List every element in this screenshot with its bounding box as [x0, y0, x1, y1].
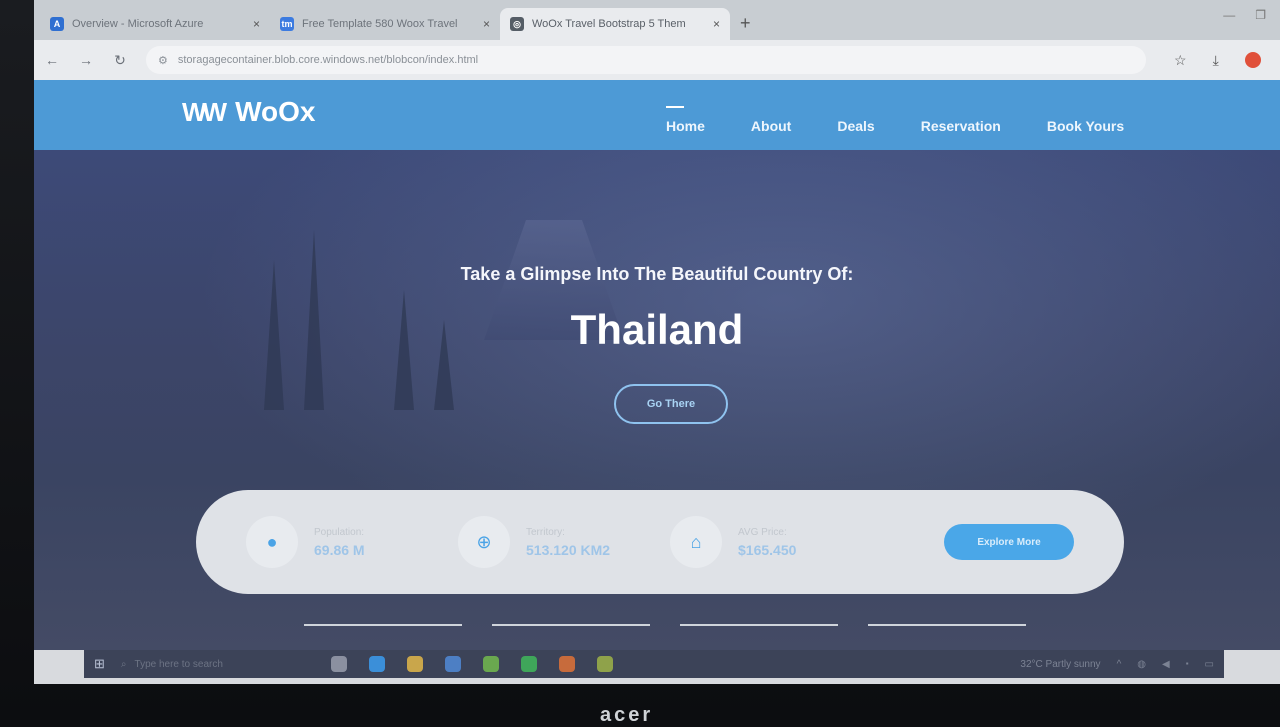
- close-icon[interactable]: ×: [483, 17, 490, 31]
- minimize-icon[interactable]: —: [1223, 8, 1235, 22]
- go-there-button[interactable]: Go There: [614, 384, 728, 424]
- system-tray: 32°C Partly sunny ^ ◍ ◀ ▪ ▭: [1020, 659, 1214, 670]
- hero-title: Thailand: [570, 306, 744, 353]
- country-info-card: ● Population: 69.86 M ⊕ Territory: 513.1…: [196, 490, 1124, 594]
- nav-about[interactable]: About: [751, 118, 791, 134]
- site-info-icon[interactable]: ⚙: [158, 54, 168, 67]
- info-value: 513.120 KM2: [526, 541, 611, 558]
- info-territory: ⊕ Territory: 513.120 KM2: [458, 516, 670, 568]
- taskbar-clock[interactable]: ▪: [1186, 659, 1189, 669]
- woox-logo-icon: WW: [182, 96, 227, 127]
- taskbar-apps: [330, 656, 613, 672]
- info-avg-price: ⌂ AVG Price: $165.450: [670, 516, 882, 568]
- home-icon: ⌂: [670, 516, 722, 568]
- info-population: ● Population: 69.86 M: [246, 516, 458, 568]
- site-logo[interactable]: WW WoOx: [182, 96, 315, 128]
- nav-deals[interactable]: Deals: [837, 118, 874, 134]
- windows-start-icon[interactable]: ⊞: [94, 656, 105, 672]
- user-icon: ●: [246, 516, 298, 568]
- tm-icon: tm: [280, 17, 294, 31]
- reload-icon[interactable]: ↻: [112, 52, 128, 69]
- app-icon[interactable]: [596, 656, 613, 672]
- screen: A Overview - Microsoft Azure × tm Free T…: [34, 0, 1280, 684]
- info-label: Territory:: [526, 526, 565, 538]
- volume-icon[interactable]: ◀: [1162, 659, 1170, 670]
- network-icon[interactable]: ◍: [1137, 659, 1146, 670]
- tray-arrow-icon[interactable]: ^: [1117, 659, 1122, 670]
- tab-template[interactable]: tm Free Template 580 Woox Travel ×: [270, 8, 500, 40]
- window-controls: — ❐: [1223, 8, 1266, 22]
- close-icon[interactable]: ×: [253, 17, 260, 31]
- slider-indicator[interactable]: [492, 624, 650, 626]
- search-icon: ⌕: [120, 658, 127, 670]
- store-icon[interactable]: [444, 656, 461, 672]
- app-icon[interactable]: [558, 656, 575, 672]
- restore-icon[interactable]: ❐: [1255, 8, 1266, 22]
- logo-text: WoOx: [235, 96, 316, 127]
- file-explorer-icon[interactable]: [406, 656, 423, 672]
- whatsapp-icon[interactable]: [520, 656, 537, 672]
- hero-banner: Take a Glimpse Into The Beautiful Countr…: [34, 150, 1280, 650]
- url-input[interactable]: ⚙ storagagecontainer.blob.core.windows.n…: [146, 46, 1146, 74]
- info-value: 69.86 M: [314, 541, 365, 558]
- explore-more-button[interactable]: Explore More: [944, 524, 1074, 560]
- task-view-icon[interactable]: [330, 656, 347, 672]
- windows-taskbar: ⊞ ⌕ Type here to search 32°C Partly sunn…: [84, 650, 1224, 678]
- tab-azure[interactable]: A Overview - Microsoft Azure ×: [40, 8, 270, 40]
- taskbar-search[interactable]: ⌕ Type here to search: [121, 653, 291, 675]
- laptop-brand-logo: acer: [600, 704, 654, 726]
- notifications-icon[interactable]: ▭: [1205, 659, 1214, 670]
- tab-title: Free Template 580 Woox Travel: [302, 18, 458, 30]
- globe-icon: ◎: [510, 17, 524, 31]
- forward-icon[interactable]: →: [78, 52, 94, 68]
- info-label: Population:: [314, 526, 365, 538]
- back-icon[interactable]: ←: [44, 52, 60, 68]
- info-label: AVG Price:: [738, 526, 787, 538]
- profile-avatar[interactable]: [1244, 51, 1261, 68]
- nav-home[interactable]: Home: [666, 106, 705, 134]
- slider-indicator[interactable]: [680, 624, 838, 626]
- search-placeholder: Type here to search: [134, 658, 223, 670]
- tab-woox[interactable]: ◎ WoOx Travel Bootstrap 5 Them ×: [500, 8, 730, 40]
- close-icon[interactable]: ×: [713, 17, 720, 31]
- browser-tab-bar: A Overview - Microsoft Azure × tm Free T…: [34, 0, 1280, 40]
- new-tab-button[interactable]: +: [740, 13, 751, 34]
- info-value: $165.450: [738, 541, 797, 558]
- slider-indicator[interactable]: [868, 624, 1026, 626]
- hero-subtitle: Take a Glimpse Into The Beautiful Countr…: [460, 264, 854, 284]
- tab-title: WoOx Travel Bootstrap 5 Them: [532, 18, 686, 30]
- weather-widget[interactable]: 32°C Partly sunny: [1020, 659, 1100, 670]
- chrome-icon[interactable]: [482, 656, 499, 672]
- nav-book-yours[interactable]: Book Yours: [1047, 118, 1124, 134]
- slider-indicator[interactable]: [304, 624, 462, 626]
- address-bar: ← → ↻ ⚙ storagagecontainer.blob.core.win…: [34, 40, 1280, 80]
- bookmark-star-icon[interactable]: ☆: [1174, 52, 1187, 69]
- nav-reservation[interactable]: Reservation: [921, 118, 1001, 134]
- edge-icon[interactable]: [368, 656, 385, 672]
- main-nav: Home About Deals Reservation Book Yours: [666, 106, 1124, 134]
- toolbar-actions: ☆ ⤓: [1174, 51, 1261, 69]
- azure-icon: A: [50, 17, 64, 31]
- slider-indicators: [304, 624, 1026, 626]
- globe-icon: ⊕: [458, 516, 510, 568]
- tab-title: Overview - Microsoft Azure: [72, 18, 204, 30]
- download-icon[interactable]: ⤓: [1213, 52, 1219, 69]
- url-text: storagagecontainer.blob.core.windows.net…: [177, 54, 479, 66]
